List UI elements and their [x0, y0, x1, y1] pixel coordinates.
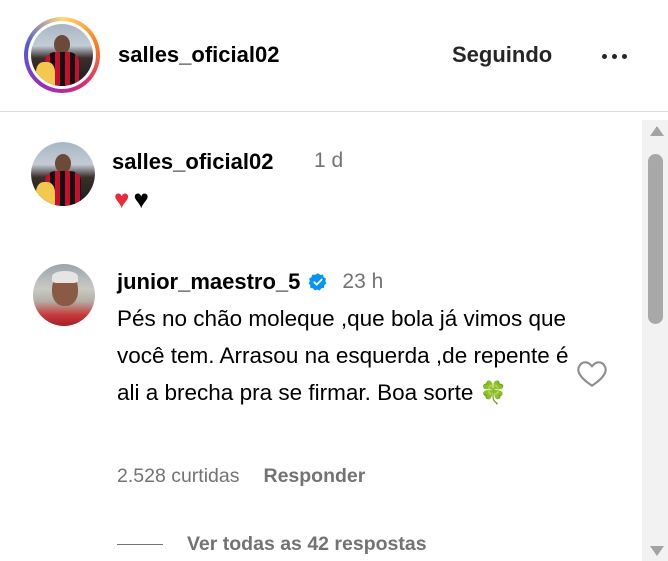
- header-avatar[interactable]: [24, 17, 100, 93]
- comment-timestamp: 23 h: [342, 270, 384, 293]
- post-header: salles_oficial02 Seguindo: [0, 0, 668, 112]
- heart-like-icon[interactable]: [576, 358, 608, 388]
- scroll-down-arrow-icon[interactable]: [650, 546, 664, 556]
- caption-text: ♥♥: [114, 184, 153, 214]
- comment-likes-count[interactable]: 2.528 curtidas: [117, 465, 240, 488]
- comment-text: Pés no chão moleque ,que bola já vimos q…: [117, 300, 572, 411]
- comment-meta: 2.528 curtidas Responder: [117, 465, 365, 488]
- avatar-image: [31, 24, 93, 86]
- scroll-up-arrow-icon[interactable]: [650, 126, 664, 136]
- comment-header: junior_maestro_5 23 h: [117, 269, 383, 295]
- caption-username[interactable]: salles_oficial02: [112, 149, 273, 175]
- black-heart-emoji: ♥: [133, 184, 153, 214]
- following-button[interactable]: Seguindo: [452, 42, 552, 68]
- comment-avatar[interactable]: [33, 264, 95, 326]
- replies-divider-line: [117, 544, 163, 545]
- view-replies-label: Ver todas as 42 respostas: [187, 533, 427, 555]
- caption-avatar[interactable]: [31, 142, 95, 206]
- header-username[interactable]: salles_oficial02: [118, 42, 279, 68]
- clover-emoji: 🍀: [479, 380, 508, 405]
- reply-button[interactable]: Responder: [264, 465, 366, 488]
- scrollbar-thumb[interactable]: [648, 154, 663, 324]
- view-replies-button[interactable]: Ver todas as 42 respostas: [117, 533, 427, 556]
- comments-panel: salles_oficial02 Seguindo salles_oficial…: [0, 0, 668, 561]
- comment-username[interactable]: junior_maestro_5: [117, 269, 300, 295]
- verified-badge-icon: [309, 273, 327, 291]
- more-options-icon[interactable]: [594, 44, 634, 68]
- caption-timestamp: 1 d: [314, 149, 344, 172]
- red-heart-emoji: ♥: [114, 184, 134, 214]
- avatar-image: [31, 142, 95, 206]
